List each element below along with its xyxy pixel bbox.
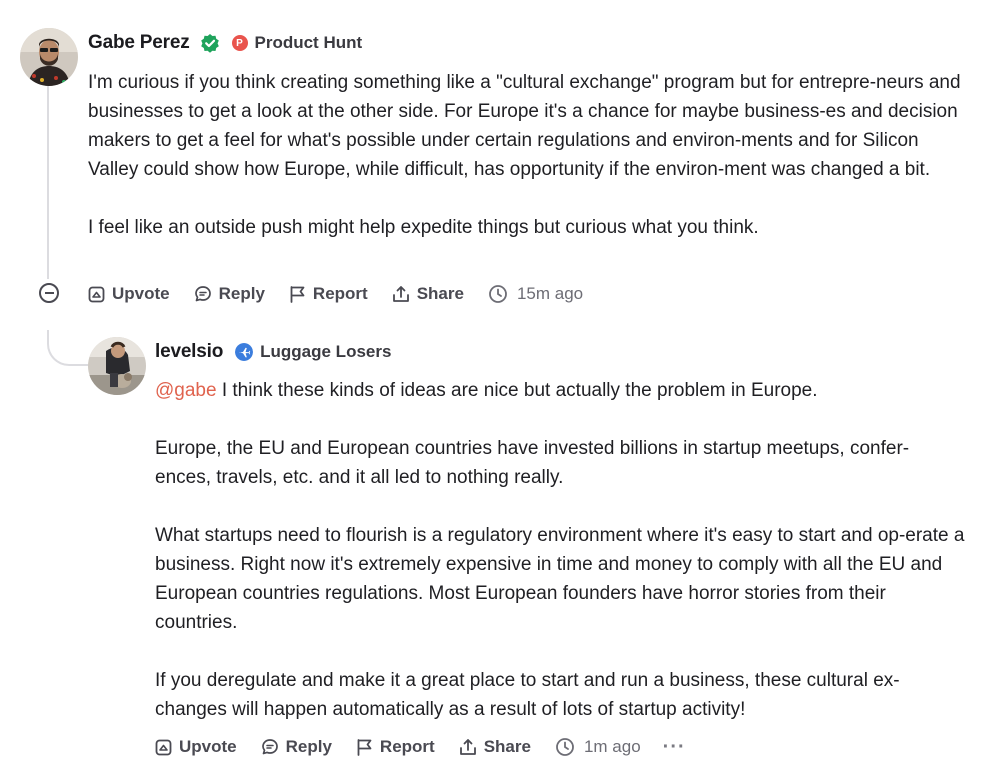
share-label: Share <box>483 737 531 756</box>
comment-paragraph: I feel like an outside push might help e… <box>88 217 759 238</box>
comment-paragraph: If you deregulate and make it a great pl… <box>155 670 900 720</box>
share-button[interactable]: Share <box>392 284 464 304</box>
thread-connector <box>47 330 91 366</box>
comment-header: levelsio Luggage Losers <box>155 338 391 366</box>
upvote-icon <box>155 739 172 755</box>
verified-badge-icon <box>200 34 219 53</box>
product-hunt-logo-icon: P <box>231 35 248 51</box>
org-tag[interactable]: Luggage Losers <box>235 342 391 362</box>
org-name: Product Hunt <box>254 33 363 52</box>
share-button[interactable]: Share <box>459 737 531 757</box>
upvote-icon <box>88 286 105 302</box>
clock-icon <box>489 285 507 303</box>
comment-paragraph: I'm curious if you think creating someth… <box>88 72 961 180</box>
comment-paragraph: @gabe I think these kinds of ideas are n… <box>155 376 965 405</box>
airplane-icon <box>235 343 254 361</box>
upvote-button[interactable]: Upvote <box>88 284 170 304</box>
comment-body: I'm curious if you think creating someth… <box>88 68 968 242</box>
org-tag[interactable]: P Product Hunt <box>231 33 363 53</box>
author-name[interactable]: Gabe Perez <box>88 32 190 54</box>
avatar-levelsio[interactable] <box>88 337 146 395</box>
comment-paragraph: What startups need to flourish is a regu… <box>155 525 965 633</box>
report-button[interactable]: Report <box>356 737 435 757</box>
report-button[interactable]: Report <box>289 284 368 304</box>
avatar-gabe-perez[interactable] <box>20 28 78 86</box>
comment-actions: Upvote Reply Report Share 15m ago <box>88 280 583 308</box>
reply-label: Reply <box>218 284 265 303</box>
share-label: Share <box>416 284 464 303</box>
reply-label: Reply <box>285 737 332 756</box>
comment-body: @gabe I think these kinds of ideas are n… <box>155 376 965 724</box>
clock-icon <box>556 738 574 756</box>
thread-line <box>47 86 49 279</box>
reply-bubble-icon <box>194 286 211 302</box>
timestamp[interactable]: 1m ago <box>555 737 641 757</box>
flag-icon <box>357 739 372 756</box>
comment-text: I think these kinds of ideas are nice bu… <box>216 380 818 401</box>
report-label: Report <box>379 737 435 756</box>
comment-header: Gabe Perez P Product Hunt <box>88 29 362 57</box>
upvote-button[interactable]: Upvote <box>155 737 237 757</box>
report-label: Report <box>312 284 368 303</box>
share-icon <box>392 286 409 302</box>
collapse-thread-button[interactable] <box>39 283 59 303</box>
mention-link[interactable]: @gabe <box>155 380 217 401</box>
author-name[interactable]: levelsio <box>155 341 223 363</box>
comment-paragraph: Europe, the EU and European countries ha… <box>155 438 910 488</box>
comment-actions: Upvote Reply Report Share 1m ago ··· <box>155 733 686 761</box>
reply-bubble-icon <box>261 739 278 755</box>
timestamp[interactable]: 15m ago <box>488 284 583 304</box>
reply-button[interactable]: Reply <box>194 284 265 304</box>
org-name: Luggage Losers <box>260 342 392 361</box>
reply-button[interactable]: Reply <box>261 737 332 757</box>
time-label: 1m ago <box>583 737 641 756</box>
upvote-label: Upvote <box>112 284 170 303</box>
upvote-label: Upvote <box>179 737 237 756</box>
more-options-icon[interactable]: ··· <box>663 736 686 759</box>
time-label: 15m ago <box>516 284 584 303</box>
flag-icon <box>290 286 305 303</box>
share-icon <box>459 739 476 755</box>
